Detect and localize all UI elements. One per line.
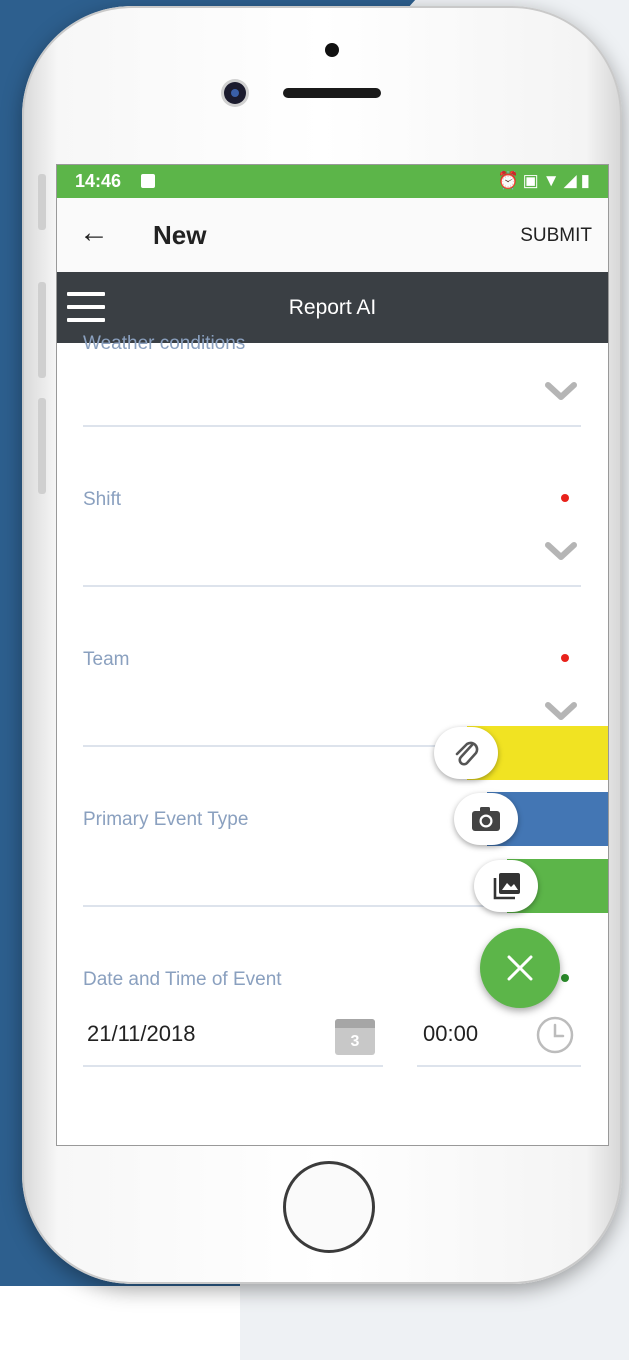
home-button[interactable] [283, 1161, 375, 1253]
clock-icon[interactable] [535, 1015, 575, 1055]
gallery-button[interactable] [474, 860, 538, 912]
earpiece-speaker [283, 88, 381, 98]
status-icons: ⏰▣▼◢▮ [498, 171, 595, 191]
wifi-icon: ▼ [542, 171, 564, 190]
close-icon [507, 955, 533, 981]
signal-icon: ◢ [563, 171, 581, 190]
chevron-down-icon[interactable] [545, 701, 577, 723]
attach-file-button[interactable] [434, 727, 498, 779]
time-input[interactable]: 00:00 [417, 1011, 581, 1067]
volume-up-button [38, 282, 46, 378]
calendar-day: 3 [350, 1033, 360, 1050]
field-label: Date and Time of Event [83, 969, 282, 990]
required-indicator [561, 974, 569, 982]
phone-screen: 14:46 ⏰▣▼◢▮ ← New SUBMIT Report AI Weath… [56, 164, 609, 1146]
field-label: Team [83, 649, 130, 670]
back-arrow-icon[interactable]: ← [79, 216, 109, 250]
status-bar: 14:46 ⏰▣▼◢▮ [57, 165, 608, 198]
field-label: Primary Event Type [83, 809, 249, 830]
app-bar: ← New SUBMIT [57, 198, 608, 272]
date-input[interactable]: 21/11/2018 3 [83, 1011, 383, 1067]
volume-down-button [38, 398, 46, 494]
field-label: Weather conditions [83, 333, 246, 354]
alarm-icon: ⏰ [497, 171, 523, 190]
camera-button[interactable] [454, 793, 518, 845]
calendar-icon[interactable]: 3 [335, 1013, 375, 1055]
field-underline [83, 1065, 383, 1067]
field-underline [417, 1065, 581, 1067]
camera-icon [472, 807, 500, 831]
page-title: New [153, 220, 207, 250]
submit-button[interactable]: SUBMIT [520, 225, 592, 247]
gallery-icon [493, 873, 520, 900]
required-indicator [561, 654, 569, 662]
paperclip-icon [455, 741, 479, 766]
time-value: 00:00 [423, 1021, 479, 1046]
field-underline [83, 425, 581, 427]
image-notification-icon [141, 174, 155, 188]
chevron-down-icon[interactable] [545, 381, 577, 403]
field-underline [83, 585, 581, 587]
weather-conditions-field[interactable]: Weather conditions [83, 333, 581, 443]
mute-switch [38, 174, 46, 230]
status-time: 14:46 [75, 171, 122, 191]
battery-icon: ▮ [580, 171, 594, 190]
date-value: 21/11/2018 [87, 1021, 196, 1046]
chevron-down-icon[interactable] [545, 541, 577, 563]
vibrate-icon: ▣ [522, 171, 543, 190]
front-camera [224, 82, 246, 104]
required-indicator [561, 494, 569, 502]
nav-title: Report AI [288, 296, 377, 319]
field-label: Shift [83, 489, 122, 510]
shift-field[interactable]: Shift [83, 483, 581, 593]
proximity-sensor [325, 43, 339, 57]
close-fab-button[interactable] [480, 928, 560, 1008]
